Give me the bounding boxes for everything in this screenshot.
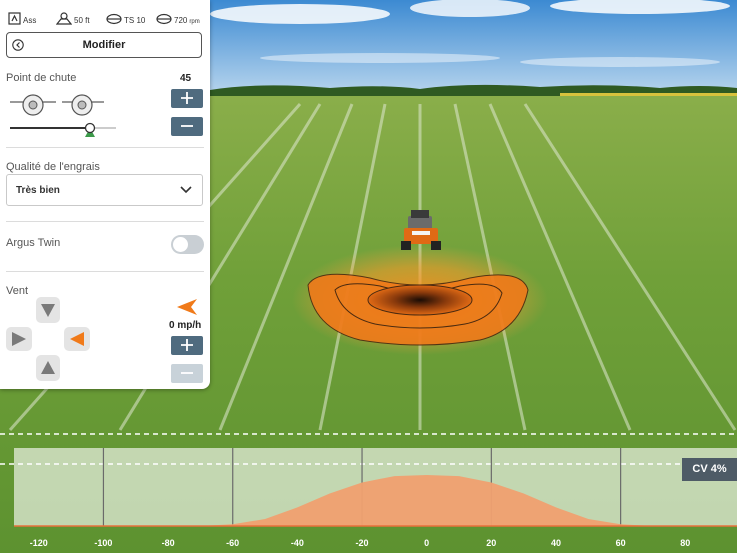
wind-direction-pad bbox=[6, 297, 90, 381]
modify-button[interactable]: Modifier bbox=[6, 32, 202, 58]
divider bbox=[6, 221, 204, 222]
drop-point-value: 45 bbox=[180, 73, 192, 84]
status-speed: 720 rpm bbox=[156, 7, 200, 25]
x-tick-label: -40 bbox=[290, 538, 304, 548]
plus-icon bbox=[181, 339, 193, 351]
x-tick-label: -100 bbox=[94, 538, 113, 548]
argus-twin-label: Argus Twin bbox=[6, 237, 61, 249]
status-width: 50 ft bbox=[56, 7, 90, 25]
x-tick-label: 20 bbox=[486, 538, 497, 548]
status-speed-unit: rpm bbox=[189, 19, 200, 25]
wind-speed-value: 0 mp/h bbox=[169, 320, 202, 331]
x-tick-label: -20 bbox=[355, 538, 369, 548]
disc-icon bbox=[106, 13, 122, 25]
toggle-knob bbox=[173, 237, 188, 252]
x-tick-label: -120 bbox=[29, 538, 48, 548]
modify-label: Modifier bbox=[82, 39, 126, 51]
status-mode-text: Ass bbox=[23, 16, 37, 25]
drop-point-label: Point de chute bbox=[6, 72, 77, 84]
x-tick-label: -60 bbox=[226, 538, 240, 548]
plus-icon bbox=[181, 92, 193, 104]
rotation-icon bbox=[156, 13, 172, 25]
drop-point-slider[interactable] bbox=[8, 88, 120, 138]
minus-icon bbox=[181, 125, 193, 127]
status-disc: TS 10 bbox=[106, 7, 145, 25]
fertilizer-quality-select[interactable]: Très bien bbox=[6, 174, 203, 206]
slider-thumb[interactable] bbox=[84, 122, 96, 134]
wind-down-arrow[interactable] bbox=[36, 355, 60, 381]
status-bar: Ass 50 ft TS 10 720 rpm bbox=[0, 0, 210, 30]
minus-icon bbox=[181, 372, 193, 374]
spreader-disc-icon bbox=[10, 94, 104, 116]
status-mode: Ass bbox=[8, 7, 36, 25]
x-tick-label: 60 bbox=[615, 538, 626, 548]
x-tick-label: 80 bbox=[680, 538, 691, 548]
status-width-text: 50 ft bbox=[74, 16, 90, 25]
status-disc-text: TS 10 bbox=[124, 16, 146, 25]
wind-left-arrow[interactable] bbox=[6, 327, 32, 351]
wind-direction-icon bbox=[177, 299, 197, 315]
wind-up-arrow[interactable] bbox=[36, 297, 60, 323]
wind-right-arrow[interactable] bbox=[64, 327, 90, 351]
wind-increase-button[interactable] bbox=[171, 336, 203, 355]
wind-label: Vent bbox=[6, 285, 29, 297]
fertilizer-quality-label: Qualité de l'engrais bbox=[6, 161, 100, 173]
x-tick-label: 40 bbox=[550, 538, 562, 548]
chevron-down-icon bbox=[180, 186, 192, 194]
status-speed-text: 720 bbox=[174, 16, 188, 25]
working-width-icon bbox=[56, 12, 72, 25]
settings-panel: Ass 50 ft TS 10 720 rpm Modifier Point d… bbox=[0, 0, 210, 389]
cv-badge: CV 4% bbox=[682, 458, 737, 481]
spreader-icon bbox=[8, 12, 21, 25]
x-tick-label: -80 bbox=[161, 538, 175, 548]
fertilizer-quality-value: Très bien bbox=[16, 185, 60, 196]
divider bbox=[6, 147, 204, 148]
drop-point-decrease-button[interactable] bbox=[171, 117, 203, 136]
wind-decrease-button[interactable] bbox=[171, 364, 203, 383]
x-tick-label: 0 bbox=[424, 538, 430, 548]
drop-point-increase-button[interactable] bbox=[171, 89, 203, 108]
divider bbox=[6, 271, 204, 272]
argus-twin-toggle[interactable] bbox=[171, 235, 204, 254]
distribution-chart bbox=[0, 433, 737, 527]
